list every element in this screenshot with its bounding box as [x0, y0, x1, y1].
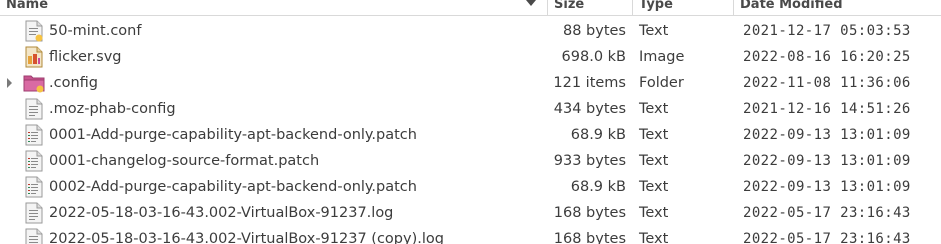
- file-date-modified: 2022-05-17 23:16:43: [743, 205, 911, 221]
- image-file-icon: [25, 46, 43, 68]
- file-size: 168 bytes: [553, 231, 626, 244]
- file-type: Text: [639, 153, 669, 169]
- file-name: 2022-05-18-03-16-43.002-VirtualBox-91237…: [49, 231, 444, 244]
- file-row[interactable]: 0002-Add-purge-capability-apt-backend-on…: [0, 174, 941, 200]
- text-file-icon: [25, 98, 43, 120]
- column-header-name[interactable]: Name: [0, 0, 547, 15]
- file-size: 88 bytes: [562, 23, 626, 39]
- file-row[interactable]: .moz-phab-config 434 bytes Text 2021-12-…: [0, 96, 941, 122]
- file-name: 50-mint.conf: [49, 23, 142, 39]
- file-date-modified: 2021-12-16 14:51:26: [743, 101, 911, 117]
- folder-icon: [23, 75, 45, 93]
- column-header-type[interactable]: Type: [632, 0, 733, 15]
- file-size: 698.0 kB: [561, 49, 626, 65]
- file-type: Image: [639, 49, 685, 65]
- file-rows: 50-mint.conf 88 bytes Text 2021-12-17 05…: [0, 18, 941, 244]
- file-date-modified: 2022-08-16 16:20:25: [743, 49, 911, 65]
- patch-file-icon: [25, 150, 43, 172]
- file-size: 168 bytes: [553, 205, 626, 221]
- folder-row[interactable]: .config 121 items Folder 2022-11-08 11:3…: [0, 70, 941, 96]
- file-date-modified: 2022-09-13 13:01:09: [743, 127, 911, 143]
- column-header-size-label: Size: [554, 0, 585, 12]
- file-row[interactable]: 0001-Add-purge-capability-apt-backend-on…: [0, 122, 941, 148]
- column-header-date-label: Date Modified: [740, 0, 843, 12]
- file-type: Text: [639, 101, 669, 117]
- file-size: 121 items: [553, 75, 626, 91]
- file-date-modified: 2022-05-17 23:16:43: [743, 231, 911, 244]
- file-name: .config: [49, 75, 98, 91]
- file-name: flicker.svg: [49, 49, 122, 65]
- file-type: Text: [639, 205, 669, 221]
- file-date-modified: 2022-09-13 13:01:09: [743, 153, 911, 169]
- file-size: 68.9 kB: [570, 127, 626, 143]
- file-type: Text: [639, 127, 669, 143]
- file-date-modified: 2022-09-13 13:01:09: [743, 179, 911, 195]
- file-size: 434 bytes: [553, 101, 626, 117]
- file-row[interactable]: flicker.svg 698.0 kB Image 2022-08-16 16…: [0, 44, 941, 70]
- file-date-modified: 2022-11-08 11:36:06: [743, 75, 911, 91]
- file-type: Text: [639, 179, 669, 195]
- column-header-name-label: Name: [6, 0, 49, 12]
- file-list-view: Name Size Type Date Modified 50-mint.con…: [0, 0, 941, 244]
- text-file-icon: [25, 228, 43, 244]
- file-row[interactable]: 2022-05-18-03-16-43.002-VirtualBox-91237…: [0, 200, 941, 226]
- file-name: .moz-phab-config: [49, 101, 176, 117]
- file-date-modified: 2021-12-17 05:03:53: [743, 23, 911, 39]
- column-header-date-modified[interactable]: Date Modified: [733, 0, 941, 15]
- patch-file-icon: [25, 124, 43, 146]
- column-header-size[interactable]: Size: [547, 0, 632, 15]
- text-file-link-icon: [25, 20, 43, 42]
- file-size: 68.9 kB: [570, 179, 626, 195]
- file-size: 933 bytes: [553, 153, 626, 169]
- expand-triangle-icon[interactable]: [7, 78, 12, 88]
- file-type: Text: [639, 23, 669, 39]
- file-row[interactable]: 0001-changelog-source-format.patch 933 b…: [0, 148, 941, 174]
- file-type: Folder: [639, 75, 684, 91]
- file-name: 0001-Add-purge-capability-apt-backend-on…: [49, 127, 417, 143]
- file-name: 2022-05-18-03-16-43.002-VirtualBox-91237…: [49, 205, 394, 221]
- column-header-type-label: Type: [639, 0, 673, 12]
- column-header-bar: Name Size Type Date Modified: [0, 0, 941, 16]
- file-name: 0002-Add-purge-capability-apt-backend-on…: [49, 179, 417, 195]
- file-row[interactable]: 2022-05-18-03-16-43.002-VirtualBox-91237…: [0, 226, 941, 244]
- patch-file-icon: [25, 176, 43, 198]
- file-row[interactable]: 50-mint.conf 88 bytes Text 2021-12-17 05…: [0, 18, 941, 44]
- sort-descending-icon[interactable]: [526, 0, 536, 6]
- file-name: 0001-changelog-source-format.patch: [49, 153, 320, 169]
- text-file-icon: [25, 202, 43, 224]
- file-type: Text: [639, 231, 669, 244]
